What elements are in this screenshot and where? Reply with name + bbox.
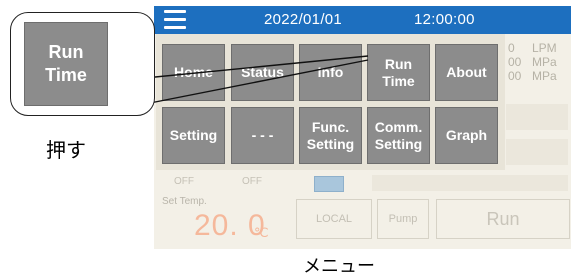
press-instruction: 押す — [46, 138, 86, 162]
figure-caption: メニュー — [303, 256, 375, 277]
callout-run-time-button: Run Time — [24, 22, 108, 106]
